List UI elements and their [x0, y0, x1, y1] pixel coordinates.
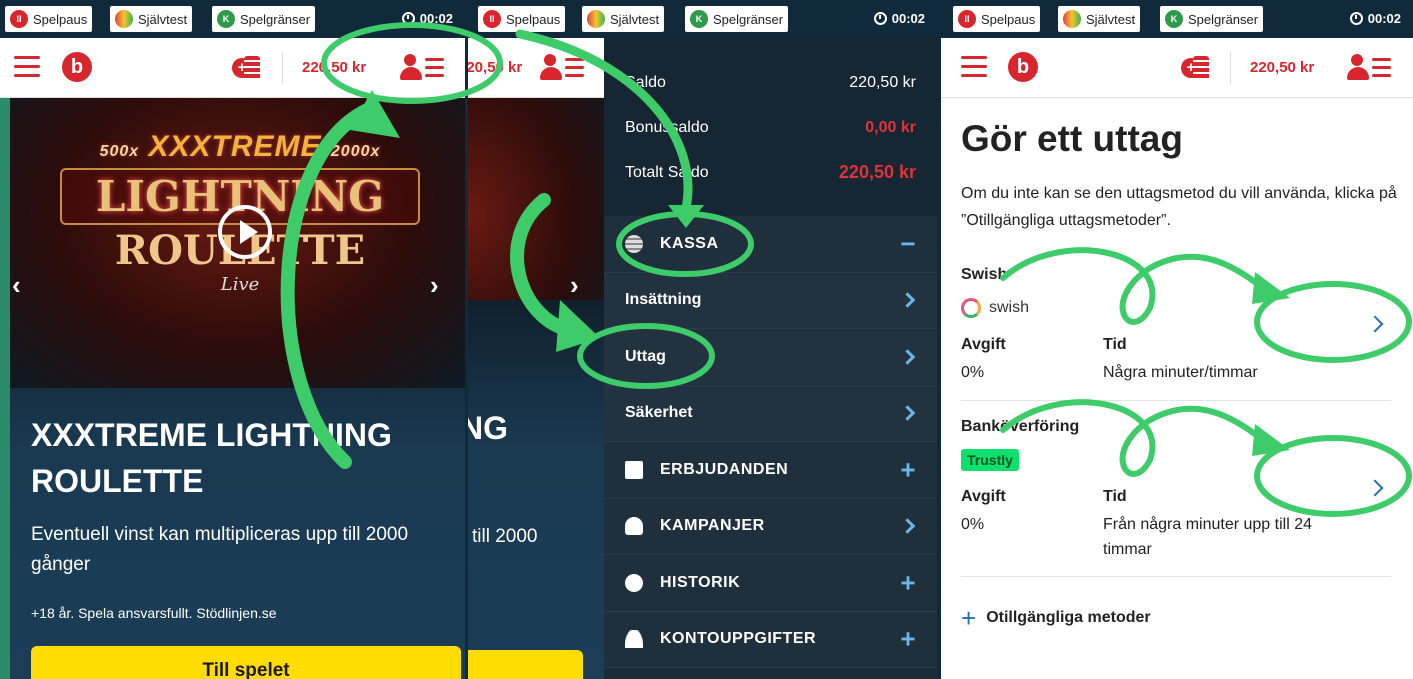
selftest-button[interactable]: Självtest [582, 6, 665, 32]
limits-button[interactable]: K Spelgränser [685, 6, 789, 32]
menu-section-kampanjer[interactable]: KAMPANJER [604, 498, 937, 555]
gift-icon [625, 460, 643, 479]
gauge-icon [115, 10, 133, 28]
expand-icon: + [900, 454, 916, 485]
pause-icon: II [958, 10, 976, 28]
session-clock: 00:02 [401, 11, 453, 26]
limit-icon: K [217, 10, 235, 28]
trustly-logo: Trustly [961, 449, 1019, 471]
menu-section-erbjudanden[interactable]: ERBJUDANDEN + [604, 442, 937, 499]
app-header: b + 220,50 kr [0, 38, 465, 98]
chevron-right-icon [899, 348, 916, 365]
brand-logo[interactable]: b [1008, 52, 1038, 82]
account-menu: Saldo 220,50 kr Bonussaldo 0,00 kr Totalt … [604, 38, 937, 679]
background-page: 220,50 kr NG till 2000 › [468, 38, 604, 679]
next-slide-icon[interactable]: › [430, 270, 439, 301]
chevron-right-icon [899, 292, 916, 309]
menu-section-kassa[interactable]: KASSA − [604, 216, 937, 273]
account-icon[interactable] [400, 54, 446, 84]
gauge-icon [587, 10, 605, 28]
age-disclaimer: +18 år. Spela ansvarsfullt. Stödlinjen.s… [31, 605, 277, 621]
limits-button[interactable]: K Spelgränser [212, 6, 316, 32]
balance[interactable]: 220,50 kr [302, 59, 366, 76]
selftest-button[interactable]: Självtest [110, 6, 193, 32]
play-game-button[interactable]: Till spelet [31, 646, 461, 679]
chevron-right-icon [899, 405, 916, 422]
clock-icon [873, 12, 887, 25]
page-title: Gör ett uttag [961, 118, 1183, 159]
menu-icon[interactable] [961, 56, 987, 78]
method-swish[interactable]: Swish swish Avgift 0% Tid Några minuter/ti… [961, 266, 1391, 385]
game-title: XXXTREME LIGHTNING ROULETTE [31, 417, 392, 499]
user-icon [625, 630, 643, 649]
status-bar: II Spelpaus Självtest K Spelgränser 00:02 [941, 0, 1413, 38]
game-panel: II Spelpaus Självtest K Spelgränser 00:02 … [0, 0, 465, 679]
gauge-icon [1063, 10, 1081, 28]
session-clock: 00:02 [1349, 11, 1401, 26]
limit-icon: K [1165, 10, 1183, 28]
menu-panel: II Spelpaus Självtest K Spelgränser 00:02 … [468, 0, 937, 679]
balance-summary: Saldo 220,50 kr Bonussaldo 0,00 kr Totalt … [604, 38, 937, 216]
divider [1230, 52, 1231, 84]
prev-slide-icon[interactable]: ‹ [12, 270, 21, 301]
menu-icon[interactable] [14, 56, 40, 78]
pause-icon: II [10, 10, 28, 28]
deposit-icon[interactable]: + [1181, 56, 1209, 80]
clock-icon [1349, 12, 1363, 25]
pause-button[interactable]: II Spelpaus [478, 6, 566, 32]
bell-icon [625, 517, 643, 536]
limit-icon: K [690, 10, 708, 28]
account-icon[interactable] [1347, 54, 1393, 84]
unavailable-methods-toggle[interactable]: + Otillgängliga metoder [961, 603, 1151, 633]
limits-button[interactable]: K Spelgränser [1160, 6, 1264, 32]
chevron-right-icon [899, 518, 916, 535]
divider [282, 52, 283, 84]
menu-section-historik[interactable]: HISTORIK + [604, 555, 937, 612]
expand-icon: + [900, 567, 916, 598]
menu-item-sakerhet[interactable]: Säkerhet [604, 385, 937, 442]
expand-icon: + [900, 623, 916, 654]
session-clock: 00:02 [873, 11, 925, 26]
pause-button[interactable]: II Spelpaus [953, 6, 1041, 32]
menu-item-insattning[interactable]: Insättning [604, 272, 937, 329]
clock-icon [401, 12, 415, 25]
brand-logo[interactable]: b [62, 52, 92, 82]
selftest-button[interactable]: Självtest [1058, 6, 1141, 32]
plus-icon: + [961, 603, 977, 633]
page-description: Om du inte kan se den uttagsmetod du vil… [961, 185, 1397, 229]
menu-section-kontouppgifter[interactable]: KONTOUPPGIFTER + [604, 611, 937, 668]
history-icon [625, 573, 643, 592]
deposit-icon[interactable]: + [232, 56, 260, 80]
game-description: Eventuell vinst kan multipliceras upp ti… [31, 524, 409, 575]
withdraw-panel: II Spelpaus Självtest K Spelgränser 00:02 … [941, 0, 1413, 679]
status-bar: II Spelpaus Självtest K Spelgränser 00:02 [468, 0, 937, 38]
next-slide-icon: › [570, 270, 579, 300]
menu-item-uttag[interactable]: Uttag [604, 329, 937, 386]
play-icon[interactable] [218, 205, 272, 259]
method-bank-transfer[interactable]: Banköverföring Trustly Avgift 0% Tid Från … [961, 418, 1391, 562]
status-bar: II Spelpaus Självtest K Spelgränser 00:02 [0, 0, 465, 38]
balance[interactable]: 220,50 kr [1250, 59, 1314, 76]
collapse-icon: − [900, 228, 916, 259]
account-icon [540, 54, 586, 84]
app-header: b + 220,50 kr [941, 38, 1413, 98]
pause-icon: II [483, 10, 501, 28]
swish-logo: swish [961, 296, 1391, 320]
coins-icon [625, 234, 643, 253]
pause-button[interactable]: II Spelpaus [5, 6, 93, 32]
